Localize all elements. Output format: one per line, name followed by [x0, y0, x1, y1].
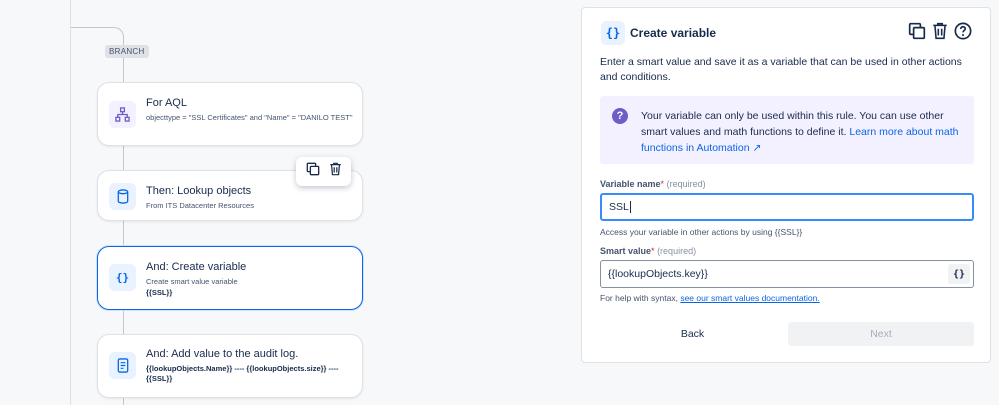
panel-actions: [908, 22, 972, 45]
smart-value-label: Smart value* (required): [600, 246, 697, 256]
card-title: And: Create variable: [146, 261, 247, 273]
branch-connector: [71, 27, 124, 45]
rule-card-for-aql[interactable]: For AQL objecttype = "SSL Certificates" …: [97, 82, 363, 146]
question-icon: ?: [612, 108, 628, 124]
card-title: And: Add value to the audit log.: [146, 348, 299, 360]
info-message: ? Your variable can only be used within …: [600, 96, 974, 164]
smart-value-helper: For help with syntax, see our smart valu…: [600, 293, 820, 303]
next-button[interactable]: Next: [788, 322, 974, 346]
help-icon[interactable]: [954, 22, 972, 45]
document-icon: [109, 352, 136, 379]
card-subtitle: {{lookupObjects.Name}} ---- {{lookupObje…: [146, 364, 339, 383]
trash-icon[interactable]: [329, 162, 342, 181]
back-button[interactable]: Back: [600, 322, 785, 346]
database-icon: [109, 183, 136, 210]
variable-name-input[interactable]: SSL: [600, 193, 974, 221]
braces-icon: {}: [109, 264, 136, 291]
hierarchy-icon: [109, 101, 136, 128]
duplicate-icon[interactable]: [306, 162, 320, 181]
braces-icon: {}: [601, 21, 625, 45]
rule-card-create-variable[interactable]: {} And: Create variable Create smart val…: [97, 246, 363, 310]
duplicate-icon[interactable]: [908, 22, 926, 45]
canvas-left-rail: [70, 0, 71, 405]
card-title: Then: Lookup objects: [146, 185, 252, 197]
trash-icon[interactable]: [932, 22, 948, 45]
card-title: For AQL: [146, 97, 187, 109]
branch-tag: BRANCH: [105, 45, 149, 58]
smart-values-docs-link[interactable]: see our smart values documentation.: [680, 293, 819, 303]
info-text: Your variable can only be used within th…: [641, 110, 959, 154]
create-variable-panel: {} Create variable Enter a smart value a…: [581, 7, 991, 363]
panel-title: Create variable: [630, 26, 717, 40]
card-variable-ref: {{SSL}}: [146, 288, 173, 297]
card-subtitle: Create smart value variable: [146, 277, 238, 286]
card-subtitle: From ITS Datacenter Resources: [146, 201, 254, 210]
variable-name-label: Variable name* (required): [600, 179, 706, 189]
smart-value-picker-button[interactable]: {}: [948, 264, 970, 284]
card-hover-toolbar: [296, 157, 351, 186]
panel-description: Enter a smart value and save it as a var…: [600, 56, 962, 83]
rule-card-audit-log[interactable]: And: Add value to the audit log. {{looku…: [97, 334, 363, 398]
smart-value-input[interactable]: {{lookupObjects.key}} {}: [600, 260, 974, 288]
card-subtitle: objecttype = "SSL Certificates" and "Nam…: [146, 113, 353, 122]
variable-name-helper: Access your variable in other actions by…: [600, 227, 803, 237]
